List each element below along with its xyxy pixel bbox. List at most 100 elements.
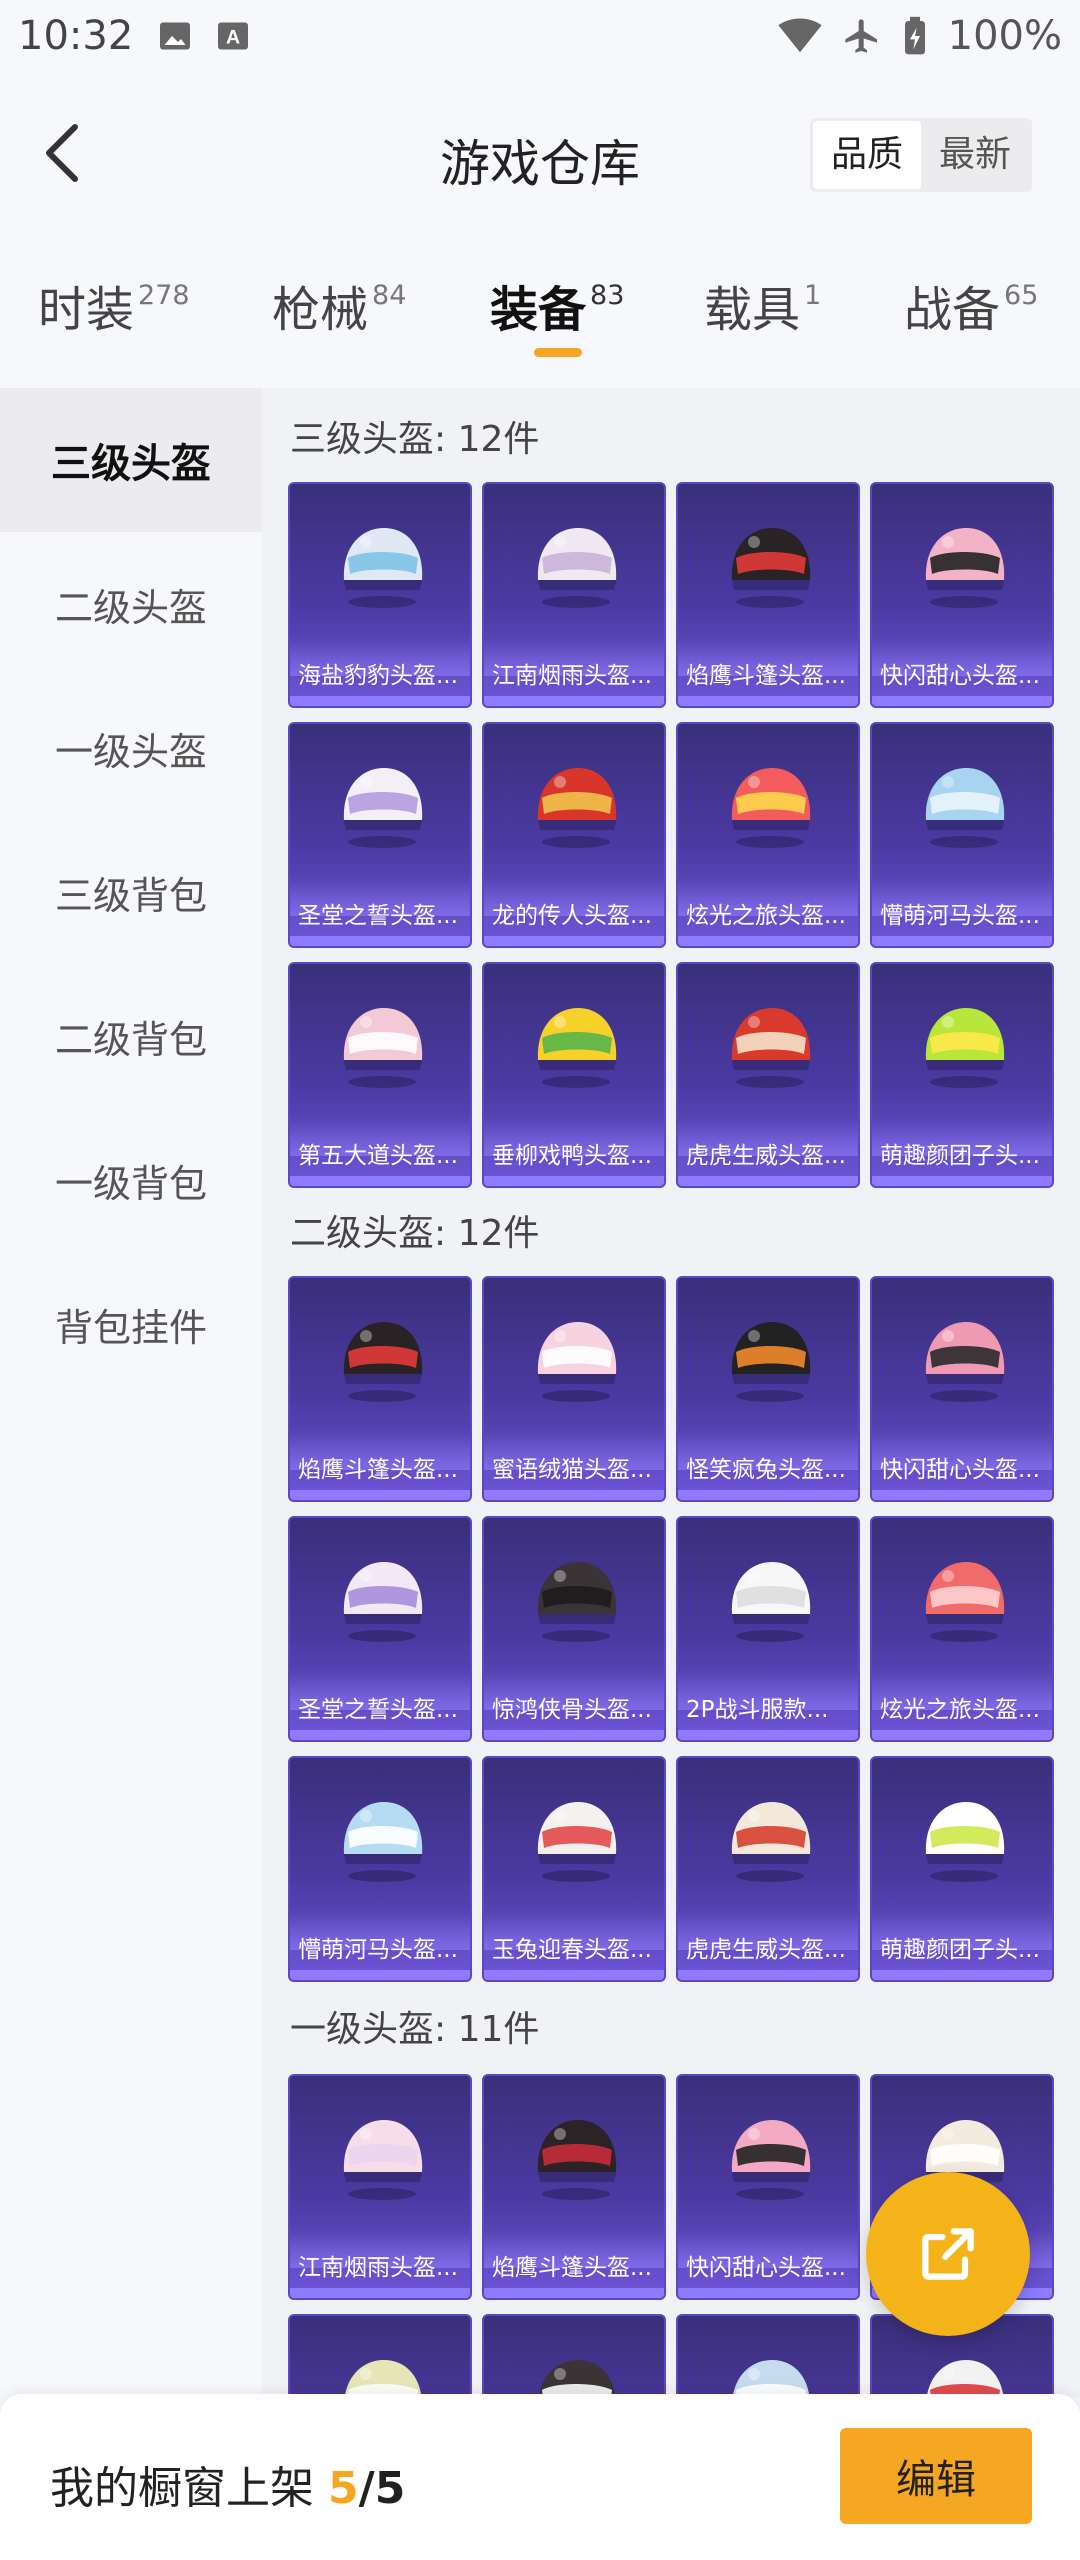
item-name: 2P战斗服款... <box>686 1697 829 1723</box>
item-name: 圣堂之誓头盔... <box>298 903 458 929</box>
card-glow <box>290 1176 470 1186</box>
item-card[interactable]: 蜜语绒猫头盔... <box>482 1276 666 1502</box>
helmet-icon <box>537 768 617 848</box>
item-card[interactable]: 焰鹰斗篷头盔... <box>482 2074 666 2300</box>
helmet-icon <box>731 1802 811 1882</box>
status-bar: 10:32 A 100% <box>0 0 1080 72</box>
helmet-icon <box>926 2360 1004 2398</box>
item-card[interactable]: 焰鹰斗篷头盔... <box>676 482 860 708</box>
item-name: 焰鹰斗篷头盔... <box>298 1457 458 1483</box>
sidebar-item-level2-backpack[interactable]: 二级背包 <box>0 964 262 1108</box>
helmet-icon <box>925 1802 1005 1882</box>
helmet-icon <box>731 768 811 848</box>
sidebar-item-backpack-charm[interactable]: 背包挂件 <box>0 1252 262 1396</box>
item-card[interactable]: 第五大道头盔... <box>288 962 472 1188</box>
sort-quality-button[interactable]: 品质 <box>812 121 921 189</box>
item-card[interactable]: 虎虎生威头盔... <box>676 1756 860 1982</box>
sidebar-item-level1-helmet[interactable]: 一级头盔 <box>0 676 262 820</box>
item-card[interactable]: 圣堂之誓头盔... <box>288 722 472 948</box>
bottom-bar: 我的橱窗上架 5/5 编辑 <box>0 2394 1080 2560</box>
item-card[interactable]: 懵萌河马头盔... <box>288 1756 472 1982</box>
sidebar-item-level2-helmet[interactable]: 二级头盔 <box>0 532 262 676</box>
tab-firearms[interactable]: 枪械 84 <box>272 270 406 340</box>
helmet-icon <box>538 2360 616 2398</box>
item-card[interactable]: 快闪甜心头盔... <box>676 2074 860 2300</box>
helmet-icon <box>343 1562 423 1642</box>
card-glow <box>678 1730 858 1740</box>
sidebar-item-level3-backpack[interactable]: 三级背包 <box>0 820 262 964</box>
card-glow <box>290 2288 470 2298</box>
helmet-icon <box>537 1322 617 1402</box>
card-glow <box>678 936 858 946</box>
item-name: 炫光之旅头盔... <box>686 903 846 929</box>
item-card[interactable]: 江南烟雨头盔... <box>288 2074 472 2300</box>
helmet-icon <box>731 528 811 608</box>
tab-vehicles[interactable]: 载具 1 <box>704 270 821 340</box>
item-card[interactable]: 玉兔迎春头盔... <box>482 1756 666 1982</box>
item-card[interactable]: 萌趣颜团子头... <box>870 962 1054 1188</box>
tab-count: 84 <box>372 280 407 311</box>
helmet-icon <box>343 1802 423 1882</box>
item-card[interactable] <box>288 2314 472 2398</box>
helmet-icon <box>343 1008 423 1088</box>
card-glow <box>678 696 858 706</box>
tab-equipment[interactable]: 装备 83 <box>490 270 624 357</box>
share-button[interactable] <box>866 2172 1030 2336</box>
item-name: 垂柳戏鸭头盔... <box>492 1143 652 1169</box>
card-glow <box>872 936 1052 946</box>
sidebar-item-level1-backpack[interactable]: 一级背包 <box>0 1108 262 1252</box>
card-glow <box>872 1176 1052 1186</box>
card-glow <box>872 696 1052 706</box>
item-card[interactable]: 萌趣颜团子头... <box>870 1756 1054 1982</box>
item-card[interactable]: 虎虎生威头盔... <box>676 962 860 1188</box>
item-card[interactable] <box>482 2314 666 2398</box>
helmet-icon <box>343 1322 423 1402</box>
tab-label: 装备 <box>490 282 587 338</box>
tab-label: 载具 <box>704 282 801 338</box>
helmet-icon <box>537 528 617 608</box>
shelf-total: /5 <box>358 2463 406 2514</box>
helmet-icon <box>732 2360 810 2398</box>
item-name: 快闪甜心头盔... <box>880 1457 1040 1483</box>
item-card[interactable]: 海盐豹豹头盔... <box>288 482 472 708</box>
card-glow <box>290 936 470 946</box>
card-glow <box>290 696 470 706</box>
item-name: 玉兔迎春头盔... <box>492 1937 652 1963</box>
item-card[interactable]: 圣堂之誓头盔... <box>288 1516 472 1742</box>
item-card[interactable]: 炫光之旅头盔... <box>676 722 860 948</box>
item-card[interactable]: 快闪甜心头盔... <box>870 482 1054 708</box>
helmet-icon <box>731 2120 811 2200</box>
shelf-label: 我的橱窗上架 <box>50 2463 328 2514</box>
card-glow <box>678 1490 858 1500</box>
item-card[interactable]: 快闪甜心头盔... <box>870 1276 1054 1502</box>
item-card[interactable]: 怪笑疯兔头盔... <box>676 1276 860 1502</box>
item-card[interactable] <box>676 2314 860 2398</box>
item-card[interactable]: 炫光之旅头盔... <box>870 1516 1054 1742</box>
card-glow <box>484 1730 664 1740</box>
item-name: 怪笑疯兔头盔... <box>686 1457 846 1483</box>
tab-fashion[interactable]: 时装 278 <box>38 270 190 340</box>
item-grid: 焰鹰斗篷头盔... 蜜语绒猫头盔... 怪笑疯兔头盔... 快闪甜心头盔... 圣堂之誓… <box>288 1276 1058 1982</box>
helmet-icon <box>344 2360 422 2398</box>
item-name: 萌趣颜团子头... <box>880 1143 1040 1169</box>
item-card[interactable]: 垂柳戏鸭头盔... <box>482 962 666 1188</box>
item-card[interactable]: 龙的传人头盔... <box>482 722 666 948</box>
item-card[interactable]: 懵萌河马头盔... <box>870 722 1054 948</box>
sidebar-item-level3-helmet[interactable]: 三级头盔 <box>0 388 262 532</box>
tab-label: 战备 <box>904 282 1001 338</box>
item-card[interactable]: 江南烟雨头盔... <box>482 482 666 708</box>
helmet-icon <box>925 1562 1005 1642</box>
item-card[interactable]: 2P战斗服款... <box>676 1516 860 1742</box>
item-card[interactable]: 惊鸿侠骨头盔... <box>482 1516 666 1742</box>
helmet-icon <box>343 528 423 608</box>
app-header: 游戏仓库 品质 最新 <box>0 96 1080 216</box>
item-name: 惊鸿侠骨头盔... <box>492 1697 652 1723</box>
tab-count: 278 <box>138 280 190 311</box>
card-glow <box>290 1730 470 1740</box>
category-sidebar: 三级头盔 二级头盔 一级头盔 三级背包 二级背包 一级背包 背包挂件 <box>0 388 262 2398</box>
tab-combat-gear[interactable]: 战备 65 <box>904 270 1038 340</box>
edit-button[interactable]: 编辑 <box>840 2428 1032 2524</box>
item-card[interactable]: 焰鹰斗篷头盔... <box>288 1276 472 1502</box>
sort-newest-button[interactable]: 最新 <box>921 121 1029 189</box>
item-list[interactable]: 三级头盔: 12件 海盐豹豹头盔... 江南烟雨头盔... 焰鹰斗篷头盔... 快闪甜… <box>262 388 1080 2398</box>
